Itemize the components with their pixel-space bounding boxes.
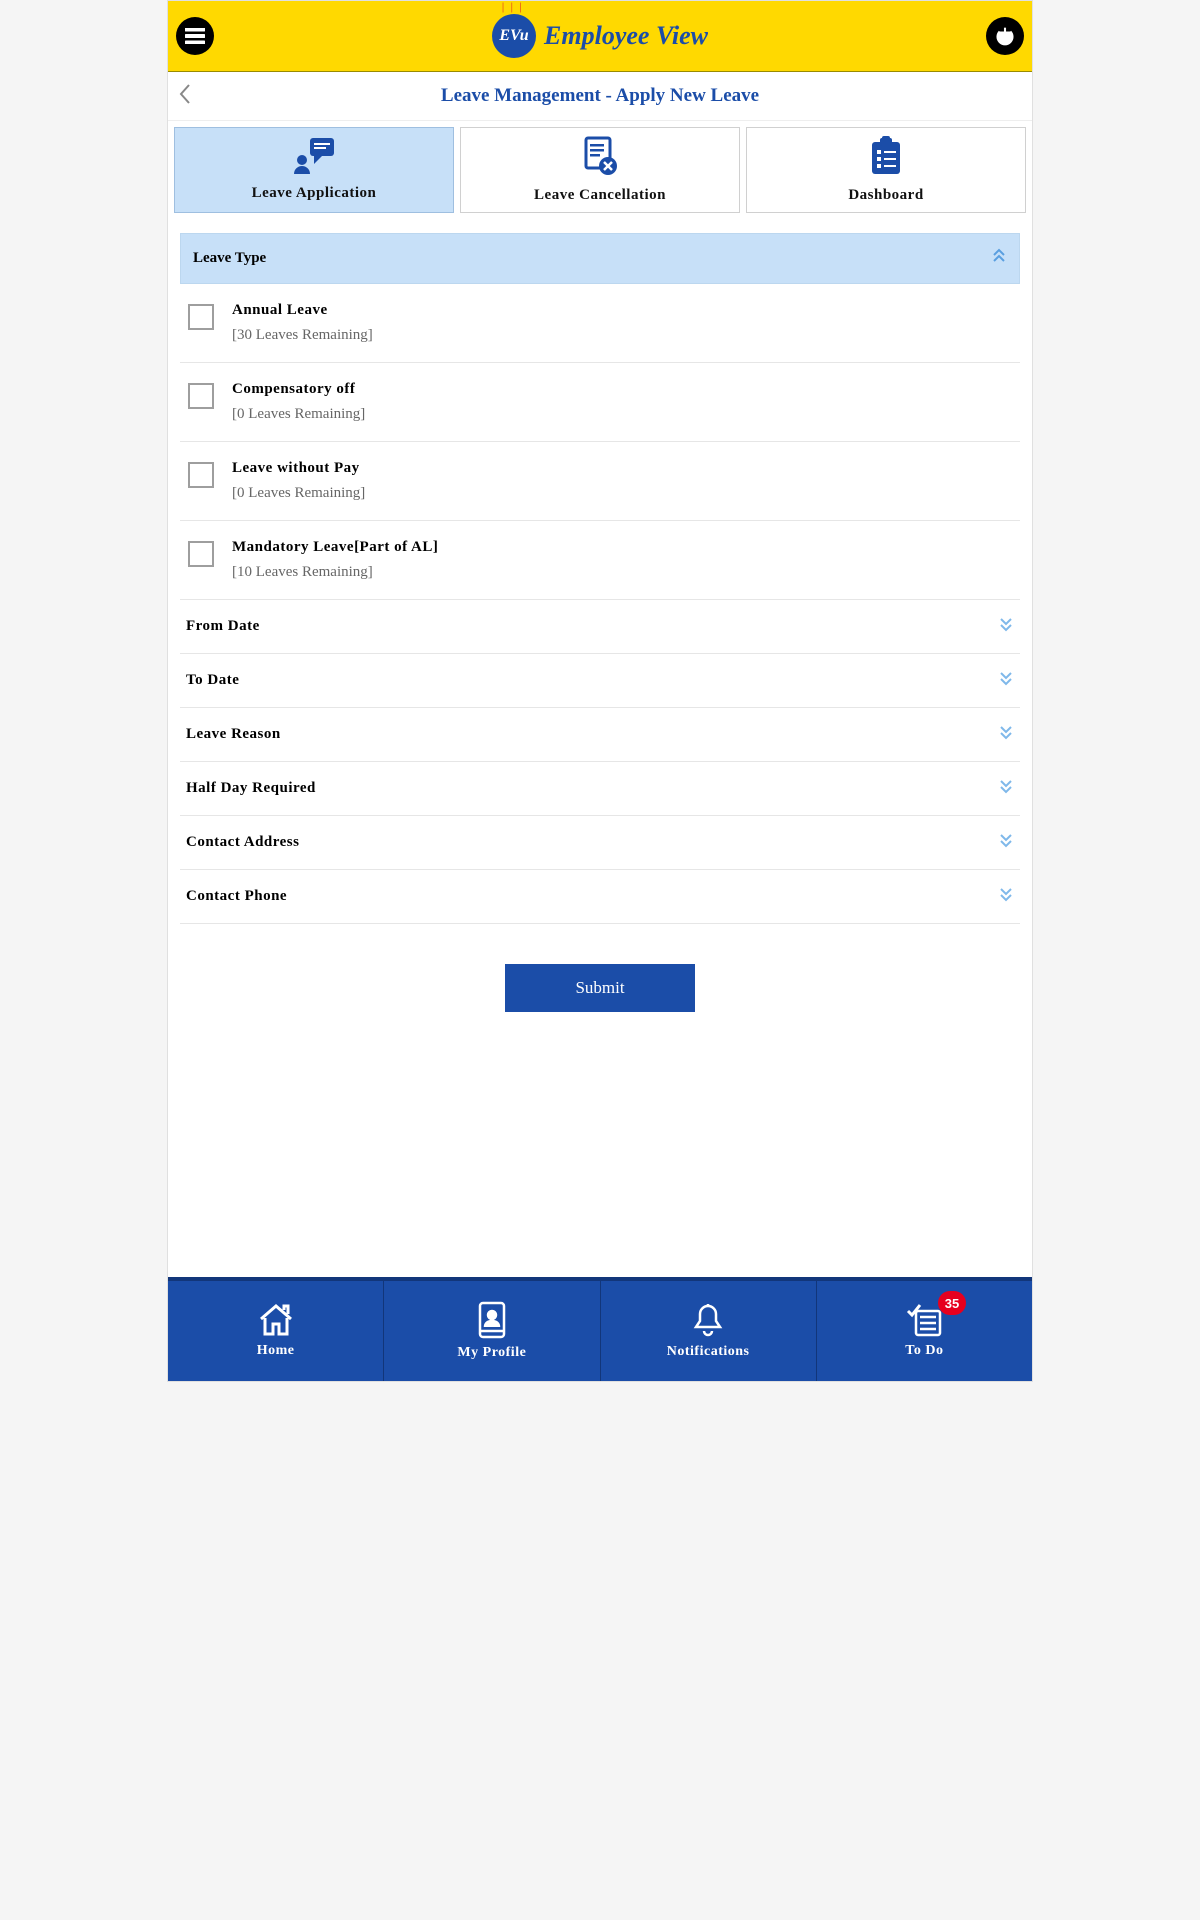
bottom-nav: Home My Profile Notifications 35 To Do	[168, 1277, 1032, 1381]
checkbox[interactable]	[188, 383, 214, 409]
chevron-down-double-icon	[998, 616, 1014, 637]
chevron-down-double-icon	[998, 724, 1014, 745]
section-to-date[interactable]: To Date	[180, 654, 1020, 708]
leave-text: Mandatory Leave[Part of AL] [10 Leaves R…	[232, 539, 438, 581]
clipboard-icon	[868, 136, 904, 181]
chevron-up-double-icon	[991, 248, 1007, 269]
power-button[interactable]	[986, 17, 1024, 55]
brand-logo: | | | EVu Employee View	[492, 14, 708, 58]
profile-device-icon	[477, 1301, 507, 1339]
tab-label: Dashboard	[848, 187, 923, 204]
chevron-down-double-icon	[998, 670, 1014, 691]
tab-leave-application[interactable]: Leave Application	[174, 127, 454, 213]
leave-option-compoff: Compensatory off [0 Leaves Remaining]	[180, 363, 1020, 442]
nav-label: Notifications	[667, 1344, 750, 1360]
content-area: Leave Type Annual Leave [30 Leaves Remai…	[168, 219, 1032, 1277]
chat-person-icon	[292, 138, 336, 179]
nav-notifications[interactable]: Notifications	[601, 1281, 817, 1381]
tab-label: Leave Cancellation	[534, 187, 666, 204]
brand-badge: | | | EVu	[492, 14, 536, 58]
chevron-down-double-icon	[998, 832, 1014, 853]
leave-name: Compensatory off	[232, 381, 365, 398]
submit-button[interactable]: Submit	[505, 964, 694, 1012]
checkbox[interactable]	[188, 462, 214, 488]
chevron-down-double-icon	[998, 886, 1014, 907]
section-leave-reason[interactable]: Leave Reason	[180, 708, 1020, 762]
top-bar: | | | EVu Employee View	[168, 1, 1032, 72]
leave-name: Mandatory Leave[Part of AL]	[232, 539, 438, 556]
todo-badge: 35	[938, 1291, 966, 1315]
bell-icon	[692, 1302, 724, 1338]
leave-remaining: [0 Leaves Remaining]	[232, 406, 365, 423]
section-label: Contact Phone	[186, 888, 287, 905]
leave-remaining: [0 Leaves Remaining]	[232, 485, 365, 502]
back-button[interactable]	[178, 83, 198, 110]
brand-rays-icon: | | |	[502, 2, 524, 13]
app-viewport: | | | EVu Employee View Leave Management…	[167, 0, 1033, 1382]
document-cancel-icon	[580, 136, 620, 181]
hamburger-icon	[185, 28, 205, 44]
leave-remaining: [30 Leaves Remaining]	[232, 327, 373, 344]
checkbox[interactable]	[188, 304, 214, 330]
chevron-left-icon	[178, 83, 192, 105]
section-label: Contact Address	[186, 834, 299, 851]
brand-name: Employee View	[544, 21, 708, 51]
leave-option-mandatory: Mandatory Leave[Part of AL] [10 Leaves R…	[180, 521, 1020, 600]
leave-text: Leave without Pay [0 Leaves Remaining]	[232, 460, 365, 502]
checkbox[interactable]	[188, 541, 214, 567]
section-from-date[interactable]: From Date	[180, 600, 1020, 654]
leave-option-annual: Annual Leave [30 Leaves Remaining]	[180, 284, 1020, 363]
leave-text: Compensatory off [0 Leaves Remaining]	[232, 381, 365, 423]
section-half-day[interactable]: Half Day Required	[180, 762, 1020, 816]
brand-short: EVu	[499, 27, 528, 45]
menu-button[interactable]	[176, 17, 214, 55]
tab-dashboard[interactable]: Dashboard	[746, 127, 1026, 213]
nav-home[interactable]: Home	[168, 1281, 384, 1381]
checklist-icon	[906, 1303, 942, 1337]
section-label: Half Day Required	[186, 780, 316, 797]
section-label: To Date	[186, 672, 239, 689]
section-label: Leave Reason	[186, 726, 281, 743]
section-title: Leave Type	[193, 250, 266, 267]
power-icon	[995, 26, 1015, 46]
nav-todo[interactable]: 35 To Do	[817, 1281, 1032, 1381]
tab-leave-cancellation[interactable]: Leave Cancellation	[460, 127, 740, 213]
tab-label: Leave Application	[252, 185, 377, 202]
page-title: Leave Management - Apply New Leave	[198, 85, 1002, 107]
leave-text: Annual Leave [30 Leaves Remaining]	[232, 302, 373, 344]
home-icon	[257, 1303, 295, 1337]
nav-label: My Profile	[457, 1345, 526, 1361]
section-contact-address[interactable]: Contact Address	[180, 816, 1020, 870]
tab-strip: Leave Application Leave Cancellation Das…	[168, 121, 1032, 219]
nav-profile[interactable]: My Profile	[384, 1281, 600, 1381]
leave-name: Leave without Pay	[232, 460, 365, 477]
nav-label: Home	[257, 1343, 295, 1359]
leave-type-header[interactable]: Leave Type	[180, 233, 1020, 284]
section-label: From Date	[186, 618, 260, 635]
leave-name: Annual Leave	[232, 302, 373, 319]
title-row: Leave Management - Apply New Leave	[168, 72, 1032, 121]
leave-option-lwp: Leave without Pay [0 Leaves Remaining]	[180, 442, 1020, 521]
section-contact-phone[interactable]: Contact Phone	[180, 870, 1020, 924]
leave-remaining: [10 Leaves Remaining]	[232, 564, 438, 581]
chevron-down-double-icon	[998, 778, 1014, 799]
nav-label: To Do	[905, 1343, 943, 1359]
submit-wrap: Submit	[180, 924, 1020, 1032]
